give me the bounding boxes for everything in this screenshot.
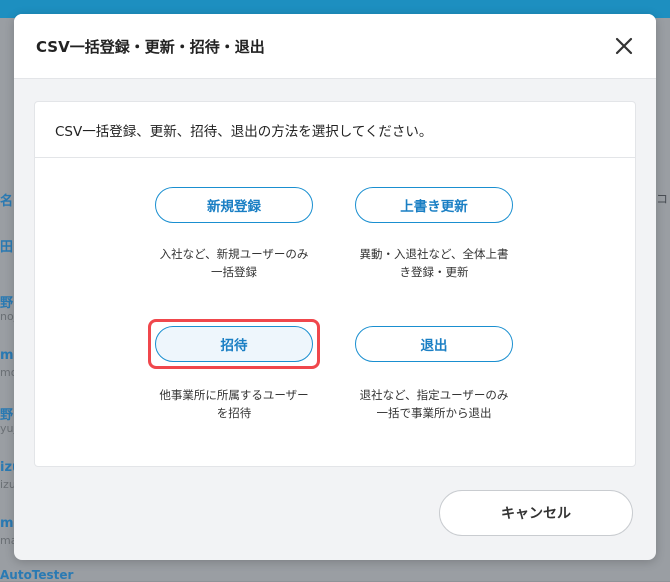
bg-column-header: コ (656, 192, 669, 206)
description-line: を招待 (216, 406, 252, 420)
overwrite-update-description: 異動・入退社など、全体上書 き登録・更新 (344, 245, 524, 281)
bg-list-item: izu (0, 460, 14, 475)
new-registration-description: 入社など、新規ユーザーのみ 一括登録 (144, 245, 324, 281)
description-line: 一括登録 (211, 265, 257, 279)
leave-description: 退社など、指定ユーザーのみ 一括で事業所から退出 (344, 386, 524, 422)
bg-list-item: ma (0, 516, 14, 531)
close-button[interactable] (610, 32, 638, 60)
dialog-header: CSV一括登録・更新・招待・退出 (14, 14, 656, 79)
bg-list-subitem: izu (0, 478, 14, 491)
csv-bulk-dialog: CSV一括登録・更新・招待・退出 CSV一括登録、更新、招待、退出の方法を選択し… (14, 14, 656, 560)
invite-button[interactable]: 招待 (155, 326, 313, 362)
bg-list-subitem: noj (0, 310, 14, 323)
description-line: 異動・入退社など、全体上書 (359, 247, 509, 261)
close-icon (615, 37, 633, 55)
overwrite-update-button[interactable]: 上書き更新 (355, 187, 513, 223)
bg-list-item: 名 (0, 194, 14, 209)
bg-list-item: 田 (0, 240, 14, 255)
bg-list-item: 野 (0, 408, 14, 423)
description-line: き登録・更新 (399, 265, 469, 279)
bg-list-item: AutoTester (0, 568, 74, 582)
description-line: 他事業所に所属するユーザー (159, 388, 309, 402)
panel-heading: CSV一括登録、更新、招待、退出の方法を選択してください。 (35, 102, 635, 158)
description-line: 一括で事業所から退出 (376, 406, 492, 420)
method-selection-panel: CSV一括登録、更新、招待、退出の方法を選択してください。 新規登録 入社など、… (34, 101, 636, 467)
leave-button[interactable]: 退出 (355, 326, 513, 362)
bg-list-subitem: mo (0, 366, 14, 379)
description-line: 退社など、指定ユーザーのみ (359, 388, 509, 402)
cancel-button[interactable]: キャンセル (439, 490, 633, 536)
invite-description: 他事業所に所属するユーザー を招待 (144, 386, 324, 422)
bg-list-subitem: ma (0, 534, 14, 547)
description-line: 入社など、新規ユーザーのみ (159, 247, 309, 261)
new-registration-button[interactable]: 新規登録 (155, 187, 313, 223)
dialog-title: CSV一括登録・更新・招待・退出 (36, 38, 265, 56)
bg-list-item: mo (0, 348, 14, 363)
bg-list-item: 野 (0, 296, 14, 311)
bg-list-subitem: yuj (0, 422, 14, 435)
